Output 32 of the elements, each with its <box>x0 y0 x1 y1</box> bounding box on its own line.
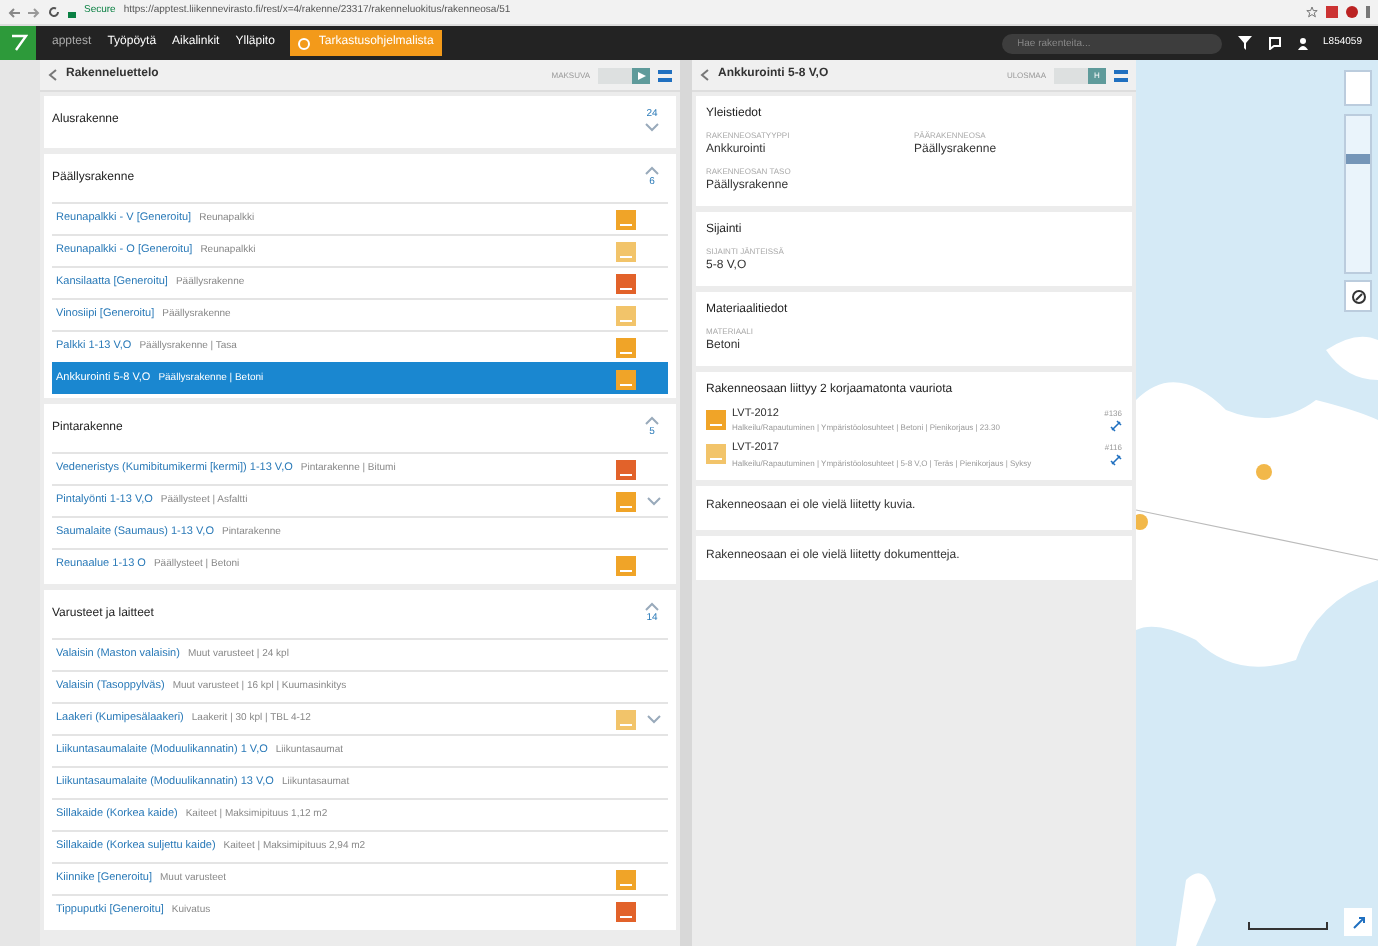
expand-icon <box>1351 915 1365 929</box>
link-icon[interactable] <box>1110 420 1122 433</box>
lock-icon <box>68 7 76 17</box>
play-icon <box>637 71 645 79</box>
list-icon[interactable] <box>658 69 672 81</box>
chevron-down-icon[interactable] <box>644 122 660 133</box>
chat-icon[interactable] <box>1267 36 1282 50</box>
link-icon[interactable] <box>1110 454 1122 467</box>
zoom-slider[interactable] <box>1344 114 1372 274</box>
fullscreen-button[interactable] <box>1344 908 1372 936</box>
chevron-up-icon[interactable] <box>644 165 660 176</box>
chevron-up-icon[interactable] <box>644 601 660 612</box>
forward-arrow-icon[interactable] <box>28 7 40 17</box>
scale-bar <box>1248 922 1328 930</box>
reload-icon[interactable] <box>48 6 60 18</box>
back-icon[interactable] <box>700 68 710 82</box>
user-icon[interactable] <box>1297 37 1308 49</box>
back-icon[interactable] <box>48 68 58 82</box>
chevron-up-icon[interactable] <box>644 415 660 426</box>
filter-icon[interactable] <box>1237 36 1252 50</box>
star-icon[interactable] <box>1306 6 1318 18</box>
toggle-track[interactable] <box>598 67 650 83</box>
back-arrow-icon[interactable] <box>8 7 20 17</box>
shield-icon[interactable] <box>1346 6 1358 18</box>
chevron-down-icon[interactable] <box>646 714 662 724</box>
compass-icon <box>1351 289 1365 303</box>
logo-icon[interactable] <box>0 26 36 60</box>
slider-thumb[interactable] <box>1346 153 1370 164</box>
chevron-down-icon[interactable] <box>646 496 662 506</box>
list-icon[interactable] <box>1114 69 1128 81</box>
compass-button[interactable] <box>1344 280 1372 312</box>
toggle-button[interactable] <box>632 67 650 83</box>
